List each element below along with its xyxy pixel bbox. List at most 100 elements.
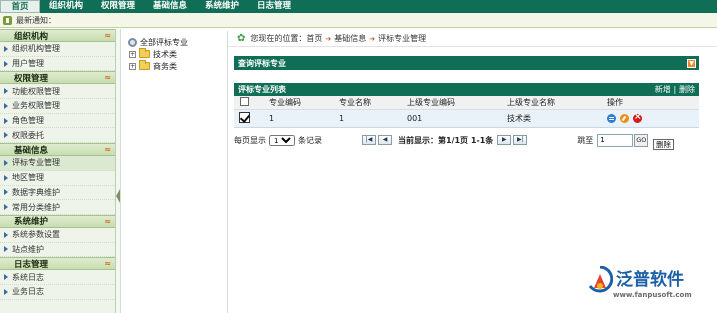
sidebar-item-user-management[interactable]: 用户管理 [0,57,115,72]
column-header-code[interactable]: 专业编码 [269,96,339,110]
sidebar-item-system-parameters[interactable]: 系统参数设置 [0,228,115,243]
notice-icon [3,15,12,25]
next-page-button[interactable]: ▶ [497,135,512,145]
collapse-arrow-icon[interactable] [116,189,120,203]
notice-label: 最新通知： [16,15,56,25]
expand-toggle-icon[interactable]: ▼ [687,58,696,68]
arrow-right-icon [4,189,8,196]
sidebar-item-label: 组织机构管理 [12,44,60,54]
last-page-button[interactable]: ▶| [513,135,528,145]
sidebar-section-permissions[interactable]: 权限管理 ≈ [0,71,115,85]
expand-icon[interactable]: + [129,50,136,58]
nav-item-home[interactable]: 首页 [0,0,40,13]
add-button[interactable]: 新增 [655,85,671,94]
sidebar-item-business-log[interactable]: 业务日志 [0,285,115,300]
delete-icon[interactable] [633,112,642,123]
page-status: 当前显示：第1/1页 1-1条 [398,135,494,145]
logo-mark-icon [588,266,613,293]
sidebar-section-organization[interactable]: 组织机构 ≈ [0,29,115,42]
sidebar-item-site-maintenance[interactable]: 站点维护 [0,243,115,258]
goto-page-input[interactable] [597,133,634,147]
sidebar-item-common-categories[interactable]: 常用分类维护 [0,200,115,215]
sidebar-item-function-permissions[interactable]: 功能权限管理 [0,84,115,100]
arrow-right-icon [4,60,8,67]
sidebar-item-permission-delegation[interactable]: 权限委托 [0,128,115,144]
table-row[interactable]: 1 1 001 技术类 [234,109,699,128]
breadcrumb-current: 评标专业管理 [378,34,427,43]
per-page-label: 每页显示 [234,135,266,145]
sidebar-item-label: 数据字典维护 [12,187,60,197]
column-header-parent-code[interactable]: 上级专业编码 [407,96,507,110]
edit-icon[interactable] [620,113,629,123]
first-page-button[interactable]: |◀ [362,135,376,145]
breadcrumb-basic-info[interactable]: 基础信息 [334,33,366,44]
batch-delete-button[interactable]: 删除 [679,85,695,94]
sidebar-item-label: 系统日志 [12,272,44,282]
sidebar-item-label: 功能权限管理 [12,86,60,96]
folder-icon [139,48,150,58]
sidebar-item-label: 系统参数设置 [12,230,60,240]
collapse-icon[interactable]: ≈ [104,259,111,268]
folder-icon [139,60,150,70]
select-all-checkbox[interactable] [240,96,249,106]
nav-item-permissions[interactable]: 权限管理 [92,0,144,13]
sidebar-item-label: 业务日志 [12,287,44,297]
sidebar-section-log-management[interactable]: 日志管理 ≈ [0,257,115,271]
cell-parent-name: 技术类 [507,109,607,128]
tree-node-technical[interactable]: + 技术类 [122,48,227,60]
cell-name: 1 [339,109,407,128]
logo-brand-text: 泛普软件 [616,270,684,290]
sidebar-item-label: 权限委托 [12,130,44,140]
collapse-icon[interactable]: ≈ [104,217,111,226]
collapse-icon[interactable]: ≈ [104,73,111,82]
goto-label: 跳至 [577,135,594,145]
arrow-right-icon [4,231,8,238]
tree-node-business[interactable]: + 商务类 [122,60,227,72]
arrow-right-icon [4,88,8,95]
sidebar-splitter[interactable] [116,29,121,313]
tree-node-label: 商务类 [153,61,177,71]
sidebar-item-label: 评标专业管理 [12,158,60,168]
nav-item-system-maintenance[interactable]: 系统维护 [196,0,248,13]
sidebar-section-basic-info[interactable]: 基础信息 ≈ [0,143,115,157]
gear-icon: ✿ [237,33,246,44]
sidebar-item-org-management[interactable]: 组织机构管理 [0,42,115,57]
list-title: 评标专业列表 [238,85,286,94]
sidebar-section-system-maintenance[interactable]: 系统维护 ≈ [0,214,115,228]
specialty-tree: 全部评标专业 + 技术类 + 商务类 [122,31,228,313]
records-label: 条记录 [298,135,322,145]
sidebar-item-business-permissions[interactable]: 业务权限管理 [0,99,115,114]
nav-item-organization[interactable]: 组织机构 [40,0,92,13]
sidebar-item-label: 用户管理 [12,59,44,69]
cell-parent-code: 001 [407,109,507,128]
expand-icon[interactable]: + [129,62,136,70]
breadcrumb-home[interactable]: 首页 [306,33,322,44]
specialty-table: 专业编码 专业名称 上级专业编码 上级专业名称 操作 1 1 001 技术类 [234,96,699,128]
sidebar-section-title: 系统维护 [14,217,49,228]
sidebar-item-system-log[interactable]: 系统日志 [0,270,115,285]
query-panel-header[interactable]: 查询评标专业 ▼ [234,56,699,70]
column-header-name[interactable]: 专业名称 [339,96,407,110]
sidebar-section-title: 权限管理 [14,73,49,84]
view-icon[interactable] [607,113,616,123]
tree-root-node[interactable]: 全部评标专业 [122,36,227,48]
sidebar-section-title: 组织机构 [14,31,49,42]
nav-item-basic-info[interactable]: 基础信息 [144,0,196,13]
go-button[interactable]: GO [634,133,649,147]
page-size-select[interactable]: 10 [269,134,295,146]
sidebar-section-title: 基础信息 [14,145,49,156]
collapse-icon[interactable]: ≈ [104,145,111,154]
row-checkbox[interactable] [239,111,250,123]
prev-page-button[interactable]: ◀ [378,135,392,145]
sidebar-item-label: 站点维护 [12,244,44,254]
action-divider: | [673,85,677,94]
column-header-parent-name[interactable]: 上级专业名称 [507,96,607,110]
collapse-icon[interactable]: ≈ [104,31,111,40]
nav-item-log-management[interactable]: 日志管理 [248,0,300,13]
query-panel-title: 查询评标专业 [238,58,286,68]
breadcrumb: ✿ 您现在的位置： 首页 ➔ 基础信息 ➔ 评标专业管理 [229,31,717,47]
sidebar-item-specialty-management[interactable]: 评标专业管理 [0,156,115,171]
sidebar-item-data-dictionary[interactable]: 数据字典维护 [0,186,115,201]
sidebar-item-role-management[interactable]: 角色管理 [0,114,115,129]
sidebar-item-region-management[interactable]: 地区管理 [0,171,115,186]
